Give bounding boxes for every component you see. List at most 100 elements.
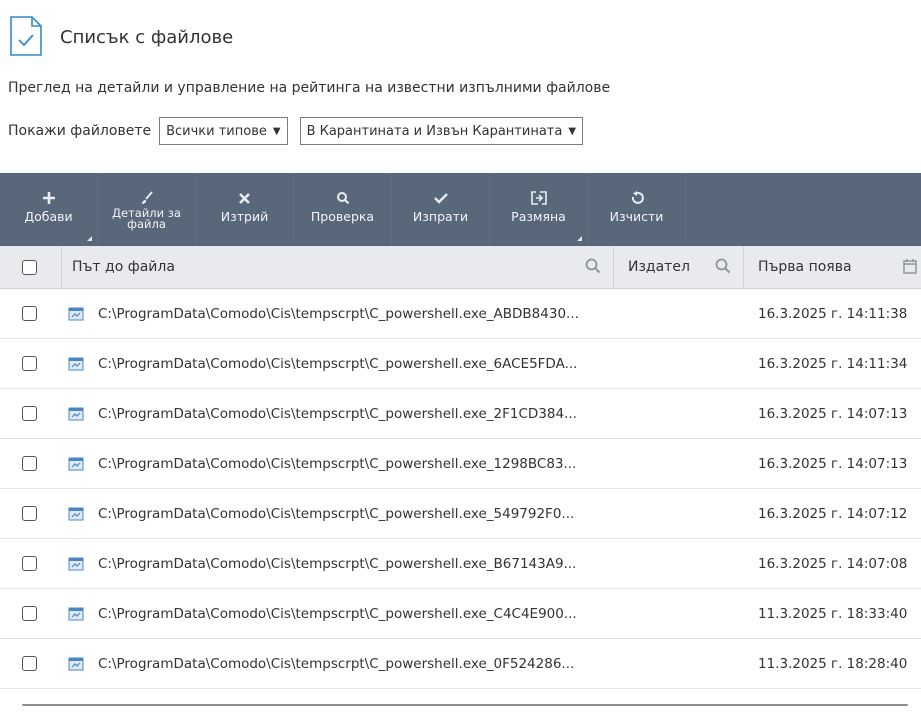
file-path-text: C:\ProgramData\Comodo\Cis\tempscrpt\C_po… xyxy=(98,355,578,372)
row-checkbox[interactable] xyxy=(22,506,37,521)
executable-file-icon xyxy=(68,607,84,620)
row-checkbox-cell xyxy=(0,439,62,488)
table-row[interactable]: C:\ProgramData\Comodo\Cis\tempscrpt\C_po… xyxy=(0,289,921,339)
file-path-cell: C:\ProgramData\Comodo\Cis\tempscrpt\C_po… xyxy=(62,606,744,622)
select-all-cell xyxy=(0,246,62,288)
quarantine-select[interactable]: В Карантината и Извън Карантината ▼ xyxy=(299,117,584,145)
row-checkbox[interactable] xyxy=(22,606,37,621)
search-icon[interactable] xyxy=(715,258,731,278)
file-path-cell: C:\ProgramData\Comodo\Cis\tempscrpt\C_po… xyxy=(62,456,744,472)
executable-file-icon xyxy=(68,307,84,320)
executable-file-icon xyxy=(68,657,84,670)
executable-file-icon xyxy=(68,507,84,520)
row-checkbox-cell xyxy=(0,389,62,438)
executable-file-icon xyxy=(68,357,84,370)
file-path-text: C:\ProgramData\Comodo\Cis\tempscrpt\C_po… xyxy=(98,555,577,572)
check-button[interactable]: Проверка xyxy=(294,173,392,246)
file-path-cell: C:\ProgramData\Comodo\Cis\tempscrpt\C_po… xyxy=(62,306,744,322)
file-path-text: C:\ProgramData\Comodo\Cis\tempscrpt\C_po… xyxy=(98,655,575,672)
delete-button[interactable]: Изтрий xyxy=(196,173,294,246)
column-header-path-label: Път до файла xyxy=(72,259,175,275)
column-header-first-seen[interactable]: Първа поява xyxy=(744,246,921,288)
table-row[interactable]: C:\ProgramData\Comodo\Cis\tempscrpt\C_po… xyxy=(0,339,921,389)
exchange-button-label: Размяна xyxy=(511,209,566,224)
row-checkbox[interactable] xyxy=(22,356,37,371)
first-seen-cell: 16.3.2025 г. 14:07:13 xyxy=(758,405,908,422)
chevron-down-icon: ▼ xyxy=(272,125,281,137)
brush-icon xyxy=(139,189,155,207)
delete-button-label: Изтрий xyxy=(220,209,269,224)
file-details-button[interactable]: Детайли за файла xyxy=(98,173,196,246)
file-path-text: C:\ProgramData\Comodo\Cis\tempscrpt\C_po… xyxy=(98,405,577,422)
dropdown-corner-icon xyxy=(87,236,92,241)
search-icon xyxy=(336,189,350,207)
clear-button-label: Изчисти xyxy=(609,209,664,224)
first-seen-cell: 16.3.2025 г. 14:11:38 xyxy=(758,305,908,322)
row-checkbox[interactable] xyxy=(22,306,37,321)
checkmark-icon xyxy=(433,189,448,207)
horizontal-scrollbar[interactable] xyxy=(22,704,908,706)
exchange-button[interactable]: Размяна xyxy=(490,173,588,246)
table-header: Път до файла Издател Първа поява xyxy=(0,246,921,289)
table-row[interactable]: C:\ProgramData\Comodo\Cis\tempscrpt\C_po… xyxy=(0,489,921,539)
column-header-first-seen-label: Първа поява xyxy=(758,259,852,275)
executable-file-icon xyxy=(68,457,84,470)
clear-button[interactable]: Изчисти xyxy=(588,173,686,246)
file-path-text: C:\ProgramData\Comodo\Cis\tempscrpt\C_po… xyxy=(98,455,577,472)
row-checkbox-cell xyxy=(0,339,62,388)
first-seen-cell: 16.3.2025 г. 14:07:13 xyxy=(758,455,908,472)
row-checkbox-cell xyxy=(0,589,62,638)
file-type-select[interactable]: Всички типове ▼ xyxy=(159,117,288,145)
first-seen-cell: 16.3.2025 г. 14:11:34 xyxy=(758,355,908,372)
file-list: C:\ProgramData\Comodo\Cis\tempscrpt\C_po… xyxy=(0,289,921,689)
check-button-label: Проверка xyxy=(310,209,375,224)
add-button[interactable]: Добави xyxy=(0,173,98,246)
first-seen-cell: 16.3.2025 г. 14:07:12 xyxy=(758,505,908,522)
file-path-text: C:\ProgramData\Comodo\Cis\tempscrpt\C_po… xyxy=(98,505,575,522)
calendar-icon[interactable] xyxy=(903,258,917,278)
row-checkbox-cell xyxy=(0,539,62,588)
page-title: Списък с файлове xyxy=(60,26,234,48)
quarantine-select-value: В Карантината и Извън Карантината xyxy=(306,123,563,139)
row-checkbox[interactable] xyxy=(22,406,37,421)
file-path-cell: C:\ProgramData\Comodo\Cis\tempscrpt\C_po… xyxy=(62,556,744,572)
row-checkbox-cell xyxy=(0,289,62,338)
file-details-label-line2: файла xyxy=(127,217,166,231)
send-button-label: Изпрати xyxy=(412,209,469,224)
page-subtitle: Преглед на детайли и управление на рейти… xyxy=(8,80,611,96)
chevron-down-icon: ▼ xyxy=(568,125,577,137)
table-row[interactable]: C:\ProgramData\Comodo\Cis\tempscrpt\C_po… xyxy=(0,439,921,489)
file-details-label: Детайли за файла xyxy=(112,207,181,231)
plus-icon xyxy=(42,189,56,207)
first-seen-cell: 16.3.2025 г. 14:07:08 xyxy=(758,555,908,572)
column-header-publisher[interactable]: Издател xyxy=(614,246,744,288)
file-path-cell: C:\ProgramData\Comodo\Cis\tempscrpt\C_po… xyxy=(62,406,744,422)
file-path-text: C:\ProgramData\Comodo\Cis\tempscrpt\C_po… xyxy=(98,605,577,622)
executable-file-icon xyxy=(68,557,84,570)
file-path-cell: C:\ProgramData\Comodo\Cis\tempscrpt\C_po… xyxy=(62,656,744,672)
refresh-icon xyxy=(630,189,644,207)
column-header-path[interactable]: Път до файла xyxy=(62,246,614,288)
select-all-checkbox[interactable] xyxy=(22,259,37,275)
row-checkbox[interactable] xyxy=(22,556,37,571)
add-button-label: Добави xyxy=(24,209,73,224)
table-row[interactable]: C:\ProgramData\Comodo\Cis\tempscrpt\C_po… xyxy=(0,539,921,589)
column-header-publisher-label: Издател xyxy=(628,259,690,275)
file-path-cell: C:\ProgramData\Comodo\Cis\tempscrpt\C_po… xyxy=(62,356,744,372)
page-header: Списък с файлове xyxy=(8,16,233,56)
row-checkbox[interactable] xyxy=(22,656,37,671)
row-checkbox-cell xyxy=(0,639,62,688)
toolbar: Добави Детайли за файла Изтрий Проверка … xyxy=(0,173,921,246)
row-checkbox[interactable] xyxy=(22,456,37,471)
filter-bar: Покажи файловете Всички типове ▼ В Каран… xyxy=(8,117,595,145)
send-button[interactable]: Изпрати xyxy=(392,173,490,246)
executable-file-icon xyxy=(68,407,84,420)
file-type-select-value: Всички типове xyxy=(166,123,267,139)
search-icon[interactable] xyxy=(585,258,601,278)
row-checkbox-cell xyxy=(0,489,62,538)
table-row[interactable]: C:\ProgramData\Comodo\Cis\tempscrpt\C_po… xyxy=(0,639,921,689)
file-path-cell: C:\ProgramData\Comodo\Cis\tempscrpt\C_po… xyxy=(62,506,744,522)
exchange-icon xyxy=(530,189,548,207)
table-row[interactable]: C:\ProgramData\Comodo\Cis\tempscrpt\C_po… xyxy=(0,389,921,439)
table-row[interactable]: C:\ProgramData\Comodo\Cis\tempscrpt\C_po… xyxy=(0,589,921,639)
